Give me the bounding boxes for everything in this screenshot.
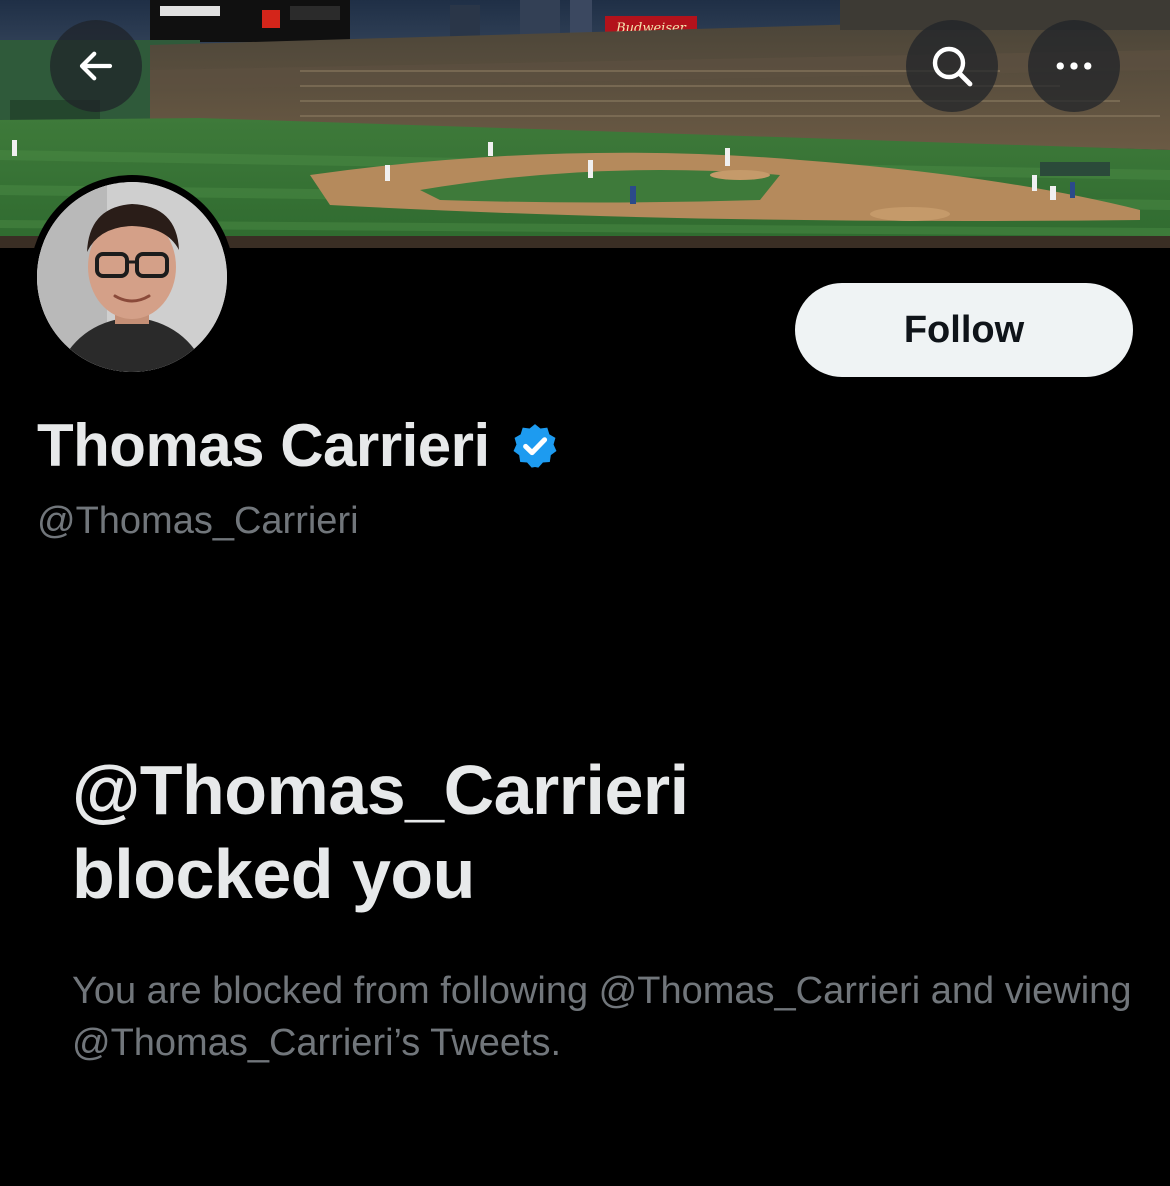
more-options-button[interactable] [1028, 20, 1120, 112]
profile-name-row: Thomas Carrieri [37, 410, 560, 482]
profile-avatar[interactable] [30, 175, 234, 379]
search-icon [932, 46, 973, 87]
avatar-photo [37, 182, 227, 372]
arrow-left-icon [79, 51, 113, 81]
avatar-image [37, 182, 227, 372]
search-button[interactable] [906, 20, 998, 112]
display-name: Thomas Carrieri [37, 412, 490, 479]
verified-badge-icon[interactable] [510, 421, 560, 471]
blocked-description: You are blocked from following @Thomas_C… [72, 970, 1132, 1064]
blocked-title-text: blocked you [72, 835, 475, 913]
back-button[interactable] [50, 20, 142, 112]
follow-button[interactable]: Follow [795, 283, 1133, 377]
more-horizontal-icon [1056, 62, 1092, 70]
blocked-title: @Thomas_Carrieri blocked you [72, 748, 1112, 916]
profile-handle: @Thomas_Carrieri [37, 500, 359, 542]
blocked-title-handle: @Thomas_Carrieri [72, 751, 689, 829]
